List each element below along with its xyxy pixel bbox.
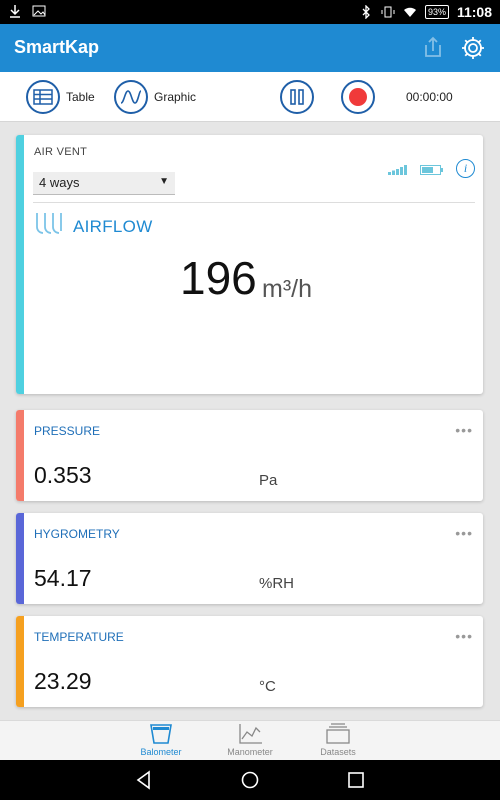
sensor-unit: °C (259, 678, 276, 695)
datasets-icon (326, 723, 350, 744)
clock: 11:08 (456, 4, 492, 20)
battery-indicator: 93% (424, 5, 449, 19)
pressure-card[interactable]: PRESSURE ••• 0.353 Pa (16, 410, 483, 501)
record-icon (341, 80, 375, 114)
sensor-title: TEMPERATURE (34, 630, 124, 644)
more-options-icon[interactable]: ••• (455, 628, 473, 644)
nav-datasets[interactable]: Datasets (303, 723, 373, 757)
airflow-icon (36, 213, 62, 234)
air-vent-select[interactable]: 4 ways ▼ (33, 172, 175, 195)
app-bar: SmartKap (0, 24, 500, 72)
nav-balometer[interactable]: Balometer (126, 723, 196, 757)
recents-icon[interactable] (346, 770, 366, 790)
device-battery-icon (420, 165, 443, 175)
pause-icon (280, 80, 314, 114)
nav-label: Balometer (140, 747, 182, 757)
sensor-title: HYGROMETRY (34, 527, 120, 541)
image-icon (32, 5, 46, 17)
dropdown-caret-icon: ▼ (159, 176, 169, 187)
record-button[interactable] (341, 80, 375, 114)
app-title: SmartKap (14, 37, 100, 57)
divider (33, 202, 475, 203)
air-vent-selected: 4 ways (39, 175, 80, 190)
air-vent-label: AIR VENT (34, 146, 88, 158)
bottom-navigation: Balometer Manometer Datasets (0, 720, 500, 760)
sensor-unit: Pa (259, 472, 278, 489)
balometer-icon (150, 724, 172, 744)
graphic-label: Graphic (154, 90, 197, 104)
airflow-unit: m³/h (262, 275, 312, 303)
temperature-card[interactable]: TEMPERATURE ••• 23.29 °C (16, 616, 483, 707)
more-options-icon[interactable]: ••• (455, 525, 473, 541)
sensor-title: PRESSURE (34, 424, 101, 438)
vibrate-icon (381, 6, 395, 18)
system-navigation-bar (0, 760, 500, 800)
card-accent (16, 135, 24, 394)
airflow-card: AIR VENT 4 ways ▼ i AIRFLOW 196 m³/h (16, 135, 483, 394)
measurement-toolbar: Table Graphic 00:00:00 (0, 72, 500, 122)
graphic-view-button[interactable]: Graphic (114, 80, 196, 114)
bluetooth-icon (362, 5, 370, 19)
wave-icon (114, 80, 148, 114)
share-icon[interactable] (422, 36, 444, 58)
nav-label: Datasets (320, 747, 356, 757)
pause-button[interactable] (280, 80, 314, 114)
manometer-icon (239, 724, 262, 744)
sensor-value: 0.353 (34, 462, 92, 488)
card-accent (16, 616, 24, 707)
hygrometry-card[interactable]: HYGROMETRY ••• 54.17 %RH (16, 513, 483, 604)
table-icon (26, 80, 60, 114)
airflow-value: 196 (180, 252, 257, 304)
sensor-value: 54.17 (34, 565, 92, 591)
signal-strength-icon (388, 165, 407, 175)
recording-timer: 00:00:00 (406, 90, 453, 104)
back-icon[interactable] (134, 770, 154, 790)
card-accent (16, 513, 24, 604)
download-icon (10, 5, 20, 18)
home-icon[interactable] (240, 770, 260, 790)
settings-gear-icon[interactable] (460, 35, 486, 61)
wifi-icon (403, 7, 416, 17)
nav-manometer[interactable]: Manometer (215, 723, 285, 757)
airflow-label: AIRFLOW (73, 217, 153, 236)
sensor-unit: %RH (259, 575, 295, 592)
info-icon[interactable]: i (456, 159, 475, 178)
card-accent (16, 410, 24, 501)
status-bar: 93% 11:08 (0, 0, 500, 24)
nav-label: Manometer (227, 747, 273, 757)
table-label: Table (66, 90, 95, 104)
sensor-value: 23.29 (34, 668, 92, 694)
more-options-icon[interactable]: ••• (455, 422, 473, 438)
table-view-button[interactable]: Table (26, 80, 95, 114)
